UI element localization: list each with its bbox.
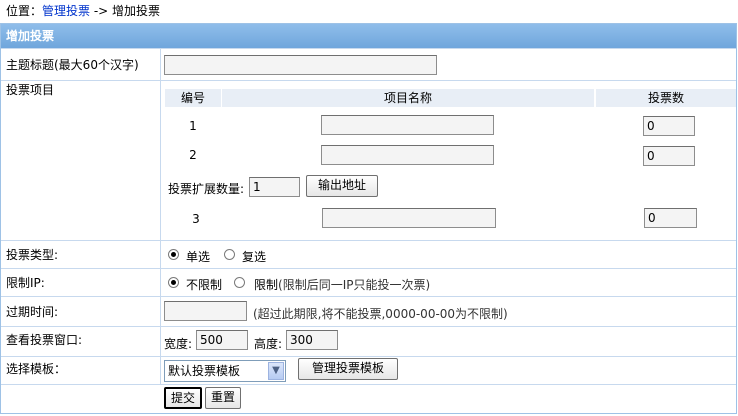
manage-templates-button[interactable]: 管理投票模板 (298, 358, 398, 380)
radio-multiple-label: 复选 (242, 250, 267, 264)
row-divider (1, 296, 736, 297)
item-number: 3 (192, 212, 200, 226)
vote-items-label: 投票项目 (6, 83, 55, 97)
radio-limit[interactable] (234, 277, 245, 288)
height-input[interactable] (286, 330, 338, 350)
radio-limit-label: 限制 (254, 278, 279, 292)
width-label: 宽度: (164, 337, 193, 351)
expand-count-input[interactable] (249, 177, 300, 197)
breadcrumb-separator: -> (90, 4, 113, 18)
item-votes-input[interactable] (644, 208, 697, 228)
expire-label: 过期时间: (6, 305, 59, 319)
expand-count-label: 投票扩展数量: (168, 182, 245, 196)
item-name-input[interactable] (322, 208, 496, 228)
breadcrumb-current: 增加投票 (112, 4, 161, 18)
ip-limit-option-text: 限制(限制后同一IP只能投一次票) (254, 276, 430, 293)
expire-date-input[interactable] (164, 301, 247, 321)
row-divider (1, 80, 736, 81)
reset-button[interactable]: 重置 (205, 387, 241, 409)
item-number: 2 (189, 148, 197, 162)
row-divider (1, 356, 736, 357)
subject-input[interactable] (164, 55, 437, 75)
item-name-input[interactable] (321, 145, 494, 165)
item-votes-input[interactable] (643, 146, 695, 166)
subject-label: 主题标题(最大60个汉字) (6, 58, 139, 72)
width-input[interactable] (196, 330, 248, 350)
chevron-down-icon[interactable]: ▼ (268, 362, 284, 380)
header-name: 项目名称 (222, 89, 594, 107)
radio-no-limit[interactable] (168, 277, 179, 288)
item-name-input[interactable] (321, 115, 494, 135)
row-divider (1, 268, 736, 269)
radio-no-limit-label: 不限制 (186, 278, 223, 292)
row-divider (1, 326, 736, 327)
header-votes: 投票数 (596, 89, 736, 107)
breadcrumb-prefix: 位置： (6, 4, 43, 18)
row-divider (1, 48, 736, 49)
submit-button[interactable]: 提交 (164, 387, 202, 409)
expire-hint: (超过此期限,将不能投票,0000-00-00为不限制) (253, 307, 508, 321)
item-votes-input[interactable] (643, 116, 695, 136)
row-divider (1, 384, 736, 385)
radio-single[interactable] (168, 249, 179, 260)
template-select-value: 默认投票模板 (168, 364, 241, 378)
ip-limit-label: 限制IP: (6, 276, 45, 290)
template-label: 选择模板： (6, 362, 67, 376)
radio-single-label: 单选 (186, 250, 211, 264)
output-address-button[interactable]: 输出地址 (306, 175, 378, 197)
ip-limit-note: (限制后同一IP只能投一次票) (278, 278, 431, 292)
breadcrumb: 位置：管理投票 -> 增加投票 (6, 3, 160, 19)
template-select[interactable]: 默认投票模板 ▼ (164, 360, 286, 382)
height-label: 高度: (254, 337, 283, 351)
radio-multiple[interactable] (224, 249, 235, 260)
panel-title: 增加投票 (1, 24, 736, 48)
column-divider (160, 48, 161, 384)
header-num: 编号 (165, 89, 221, 107)
vote-type-label: 投票类型: (6, 248, 59, 262)
breadcrumb-link-manage-votes[interactable]: 管理投票 (42, 4, 90, 18)
window-label: 查看投票窗口: (6, 333, 83, 347)
row-divider (1, 240, 736, 241)
item-number: 1 (189, 119, 197, 133)
